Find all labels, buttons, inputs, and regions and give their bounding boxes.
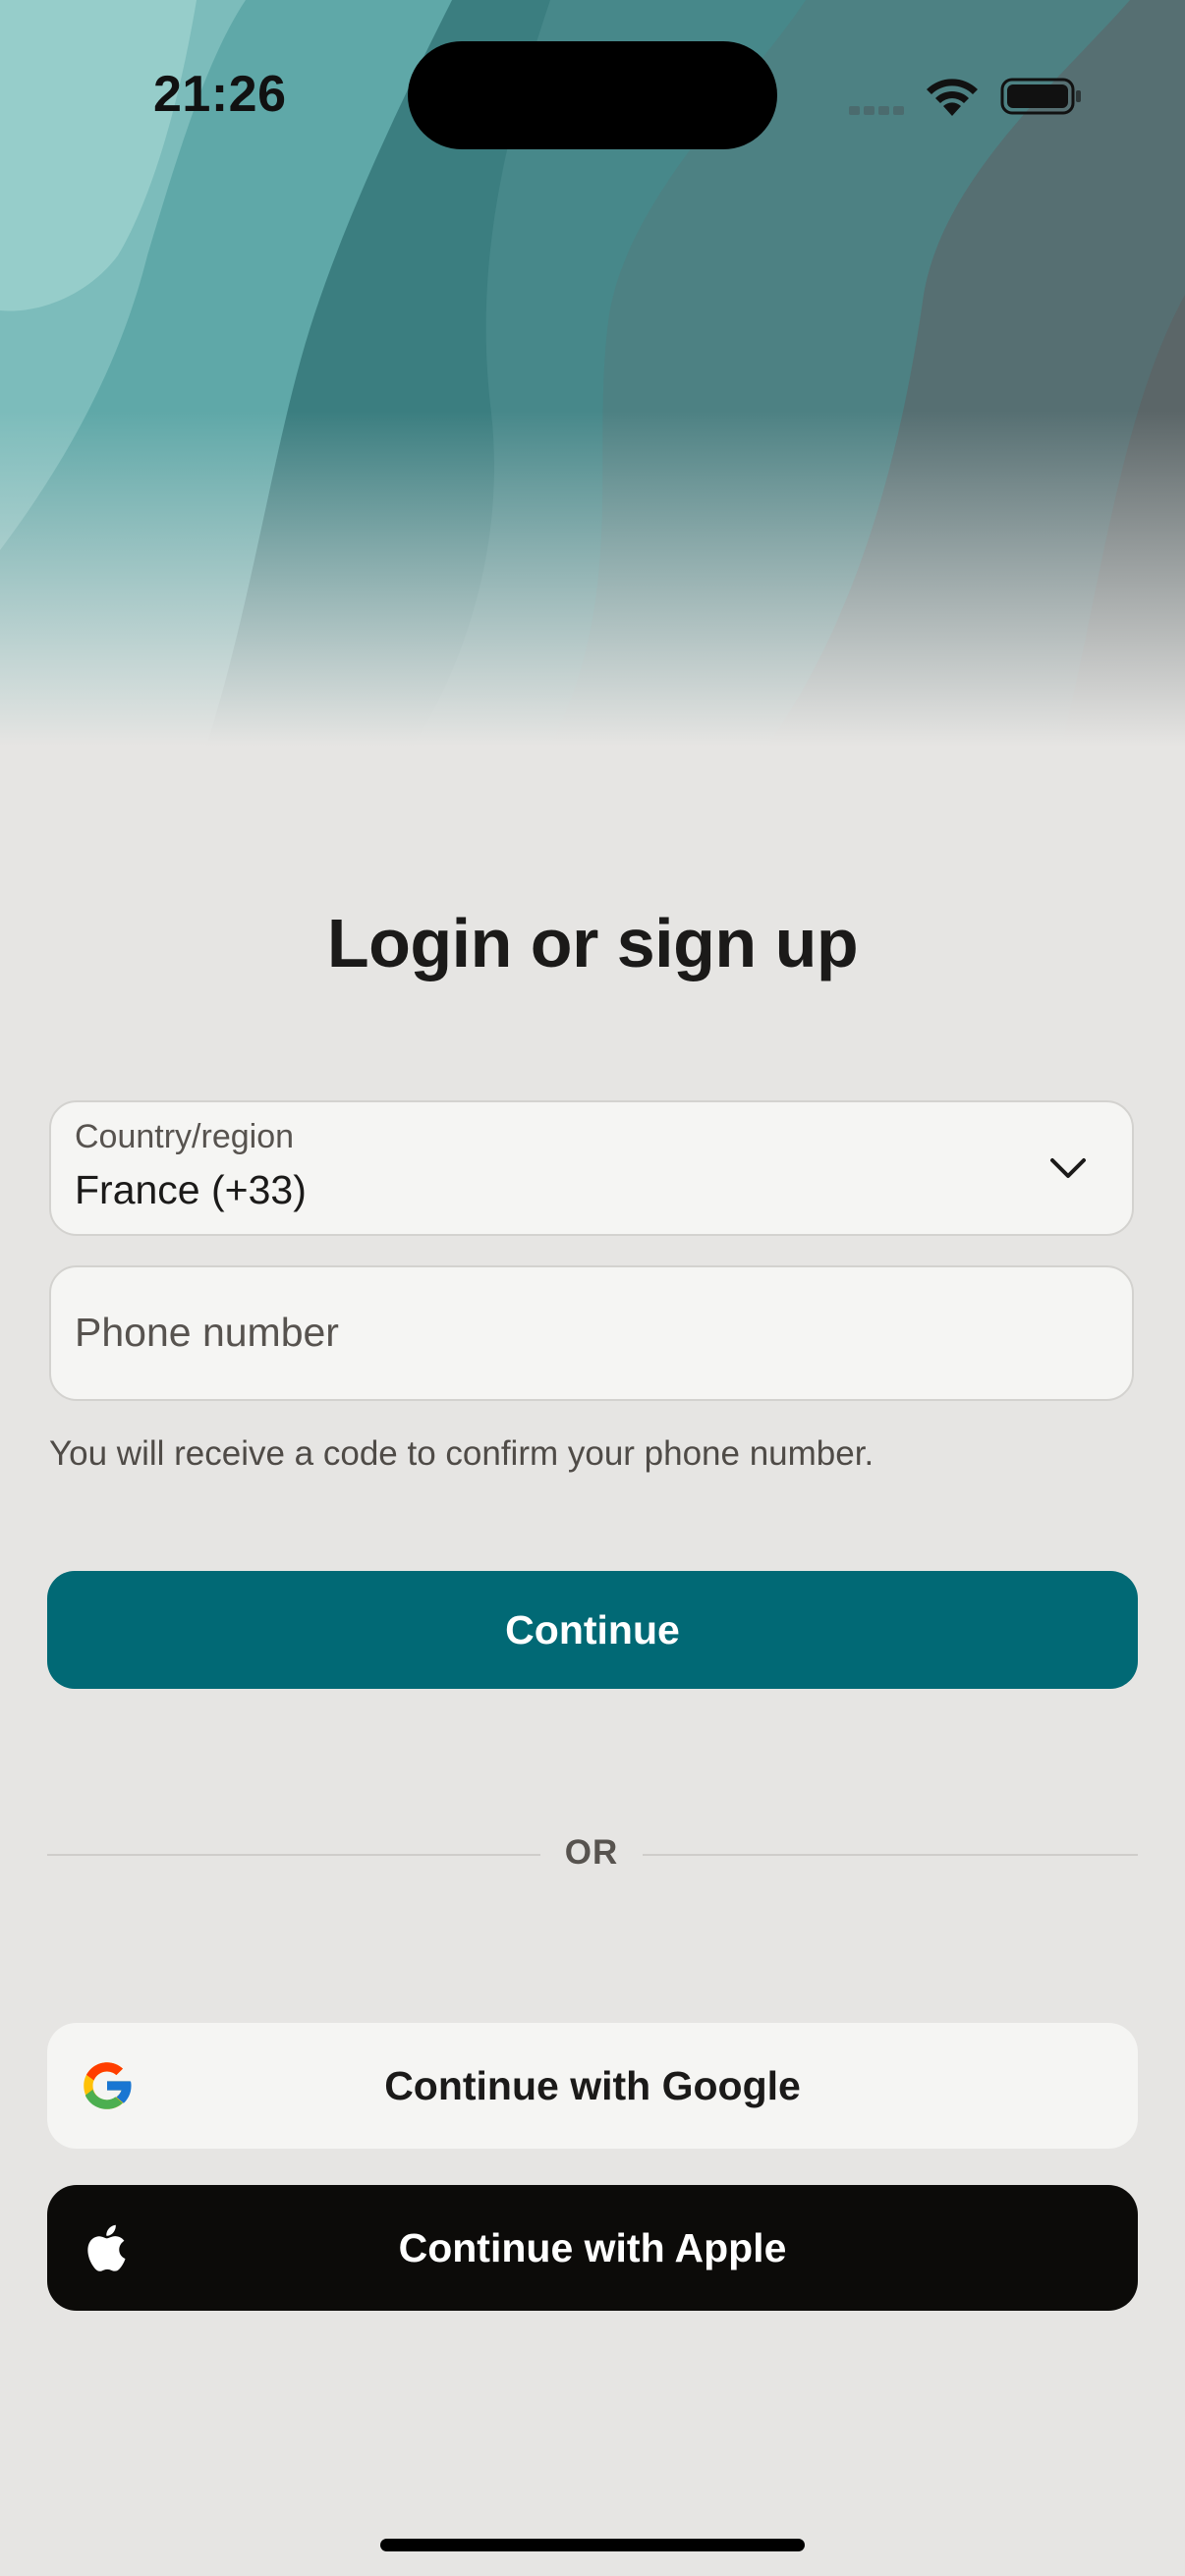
apple-logo-icon (87, 2224, 126, 2271)
cellular-signal-icon (849, 102, 908, 116)
or-divider: OR (47, 1829, 1138, 1878)
divider-line-left (47, 1854, 540, 1856)
country-region-value: France (+33) (75, 1167, 307, 1212)
country-region-select[interactable]: Country/region France (+33) (49, 1100, 1134, 1236)
continue-with-google-button[interactable]: Continue with Google (47, 2023, 1138, 2149)
chevron-down-icon (1050, 1158, 1086, 1178)
phone-number-input[interactable] (75, 1303, 1057, 1362)
country-region-label: Country/region (75, 1118, 295, 1155)
status-bar-time: 21:26 (153, 66, 287, 123)
google-button-label: Continue with Google (384, 2062, 801, 2108)
battery-icon (1000, 78, 1081, 115)
page-title: Login or sign up (326, 905, 859, 981)
google-logo-icon (84, 2062, 133, 2109)
phone-helper-text: You will receive a code to confirm your … (49, 1434, 875, 1473)
wifi-icon (927, 79, 978, 116)
continue-with-apple-button[interactable]: Continue with Apple (47, 2185, 1138, 2311)
phone-number-field[interactable] (49, 1265, 1134, 1401)
or-divider-label: OR (564, 1833, 619, 1872)
continue-button[interactable]: Continue (47, 1571, 1138, 1689)
home-indicator (380, 2539, 805, 2551)
divider-line-right (643, 1854, 1138, 1856)
dynamic-island (408, 41, 777, 149)
apple-button-label: Continue with Apple (398, 2224, 787, 2270)
